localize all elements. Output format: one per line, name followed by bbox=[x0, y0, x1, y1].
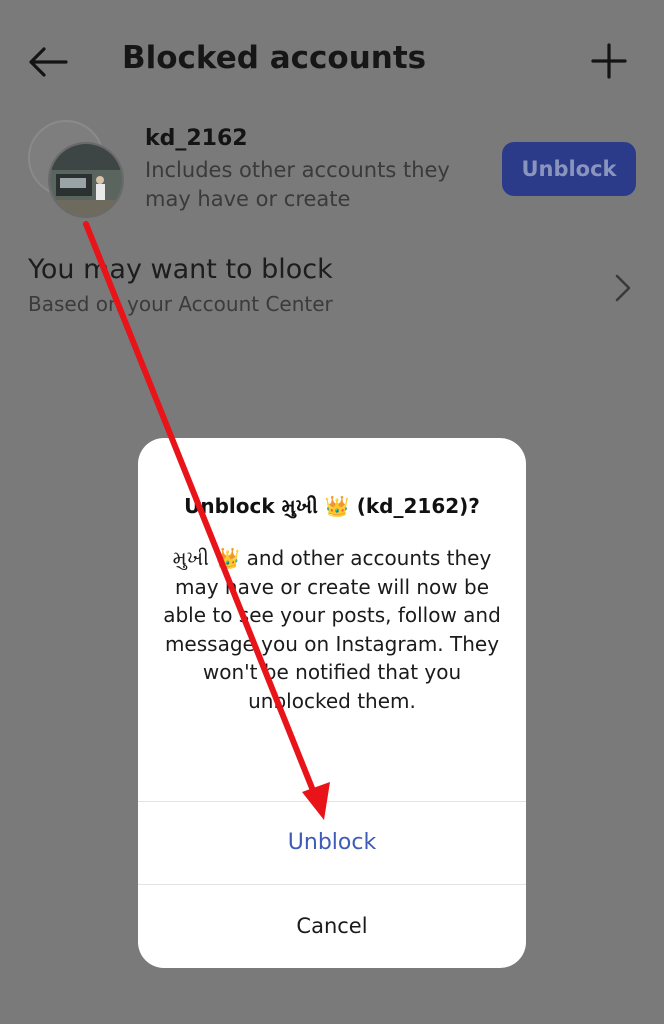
suggestion-title: You may want to block bbox=[28, 254, 333, 285]
dialog-cancel-button[interactable]: Cancel bbox=[138, 884, 526, 968]
page-title: Blocked accounts bbox=[122, 40, 427, 76]
dialog-message: મુખી 👑 and other accounts they may have … bbox=[158, 544, 506, 715]
crown-icon: 👑 bbox=[324, 494, 350, 518]
dialog-unblock-button[interactable]: Unblock bbox=[138, 801, 526, 883]
arrow-left-icon[interactable] bbox=[26, 44, 70, 80]
avatar-stack[interactable] bbox=[28, 120, 124, 218]
dialog-title: Unblock મુખી 👑 (kd_2162)? bbox=[138, 494, 526, 518]
blocked-username: kd_2162 bbox=[145, 126, 248, 151]
plus-icon[interactable] bbox=[590, 42, 628, 80]
chevron-right-icon bbox=[615, 274, 631, 302]
dialog-title-suffix: (kd_2162)? bbox=[349, 494, 480, 518]
blocked-account-row: kd_2162 Includes other accounts they may… bbox=[0, 118, 664, 228]
blocked-subtitle: Includes other accounts they may have or… bbox=[145, 158, 450, 211]
dialog-title-prefix: Unblock મુખી bbox=[184, 494, 325, 518]
crown-icon: 👑 bbox=[215, 546, 241, 570]
unblock-dialog: Unblock મુખી 👑 (kd_2162)? મુખી 👑 and oth… bbox=[138, 438, 526, 968]
dialog-message-text: and other accounts they may have or crea… bbox=[163, 546, 501, 713]
suggestion-row[interactable]: You may want to block Based on your Acco… bbox=[0, 250, 664, 330]
dialog-message-prefix: મુખી bbox=[172, 546, 216, 570]
unblock-button[interactable]: Unblock bbox=[502, 142, 636, 196]
suggestion-subtitle: Based on your Account Center bbox=[28, 292, 333, 316]
avatar bbox=[48, 142, 124, 218]
top-bar: Blocked accounts bbox=[0, 0, 664, 120]
